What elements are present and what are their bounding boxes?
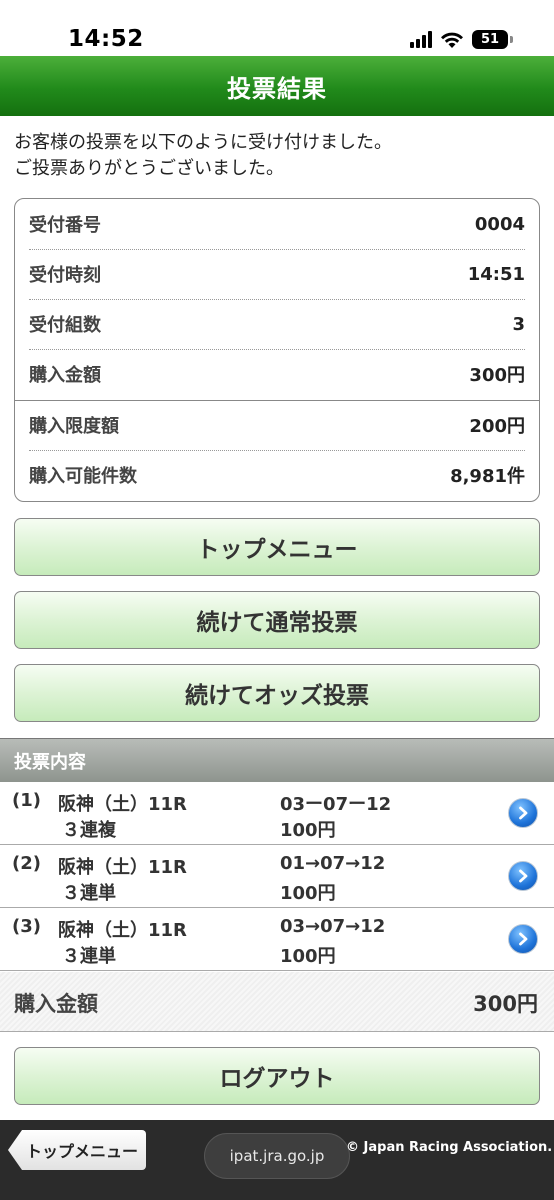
bet-type: ３連単 (62, 883, 116, 904)
bet-amount: 100円 (280, 946, 336, 967)
summary-row-receipt-count: 受付組数 3 (29, 299, 525, 349)
bet-combination: 03→07→12 (280, 916, 386, 937)
intro-line-2: ご投票ありがとうございました。 (14, 158, 284, 179)
summary-label: 受付組数 (29, 315, 101, 336)
top-menu-button[interactable]: トップメニュー (14, 518, 540, 576)
footer-top-menu-button[interactable]: トップメニュー (8, 1130, 146, 1170)
summary-value: 0004 (474, 213, 525, 235)
battery-icon: 51 (472, 30, 513, 49)
status-time: 14:52 (68, 26, 144, 52)
page-title: 投票結果 (227, 74, 327, 103)
summary-value: 14:51 (467, 263, 525, 285)
signal-icon (410, 31, 432, 48)
summary-row-purchase-limit: 購入限度額 200円 (29, 400, 525, 450)
intro-line-1: お客様の投票を以下のように受け付けました。 (14, 132, 392, 153)
intro-message: お客様の投票を以下のように受け付けました。 ご投票ありがとうございました。 (14, 130, 544, 182)
bet-race: 阪神（土）11R (58, 920, 187, 941)
browser-url-bar[interactable]: ipat.jra.go.jp (204, 1133, 350, 1179)
bet-type: ３連複 (62, 820, 116, 841)
bet-number: (1) (12, 790, 41, 811)
bet-number: (2) (12, 853, 41, 874)
bet-race: 阪神（土）11R (58, 794, 187, 815)
bet-row[interactable]: (3) 阪神（土）11R ３連単 03→07→12 100円 (0, 908, 554, 971)
summary-label: 購入可能件数 (29, 466, 137, 487)
bet-race: 阪神（土）11R (58, 857, 187, 878)
receipt-summary: 受付番号 0004 受付時刻 14:51 受付組数 3 購入金額 300円 購入… (14, 198, 540, 502)
summary-value: 300円 (469, 365, 525, 386)
summary-label: 受付時刻 (29, 265, 101, 286)
bet-row[interactable]: (2) 阪神（土）11R ３連単 01→07→12 100円 (0, 845, 554, 908)
continue-normal-bet-button[interactable]: 続けて通常投票 (14, 591, 540, 649)
summary-value: 3 (512, 313, 525, 335)
logout-button[interactable]: ログアウト (14, 1047, 540, 1105)
total-value: 300円 (473, 992, 538, 1016)
summary-row-purchasable-count: 購入可能件数 8,981件 (29, 450, 525, 500)
bet-amount: 100円 (280, 820, 336, 841)
status-bar: 14:52 51 (0, 0, 554, 56)
summary-value: 8,981件 (450, 466, 525, 487)
summary-label: 購入限度額 (29, 416, 119, 437)
chevron-right-icon[interactable] (508, 861, 538, 891)
wifi-icon (441, 32, 463, 48)
copyright-text: © Japan Racing Association. (346, 1140, 553, 1155)
total-amount-row: 購入金額 300円 (0, 972, 554, 1032)
bets-section-header: 投票内容 (0, 738, 554, 782)
chevron-right-icon[interactable] (508, 924, 538, 954)
bet-amount: 100円 (280, 883, 336, 904)
footer: トップメニュー ipat.jra.go.jp © Japan Racing As… (0, 1120, 554, 1200)
summary-label: 購入金額 (29, 365, 101, 386)
bet-type: ３連単 (62, 946, 116, 967)
summary-value: 200円 (469, 416, 525, 437)
bet-number: (3) (12, 916, 41, 937)
continue-odds-bet-button[interactable]: 続けてオッズ投票 (14, 664, 540, 722)
summary-row-purchase-amount: 購入金額 300円 (29, 349, 525, 399)
page-header: 投票結果 (0, 56, 554, 116)
total-label: 購入金額 (14, 992, 98, 1016)
status-icons: 51 (410, 30, 513, 49)
summary-row-receipt-number: 受付番号 0004 (29, 199, 525, 249)
chevron-right-icon[interactable] (508, 798, 538, 828)
summary-row-receipt-time: 受付時刻 14:51 (29, 249, 525, 299)
bet-combination: 03ー07ー12 (280, 794, 392, 815)
bet-row[interactable]: (1) 阪神（土）11R ３連複 03ー07ー12 100円 (0, 782, 554, 845)
bet-combination: 01→07→12 (280, 853, 386, 874)
summary-label: 受付番号 (29, 215, 101, 236)
battery-level: 51 (480, 32, 500, 47)
